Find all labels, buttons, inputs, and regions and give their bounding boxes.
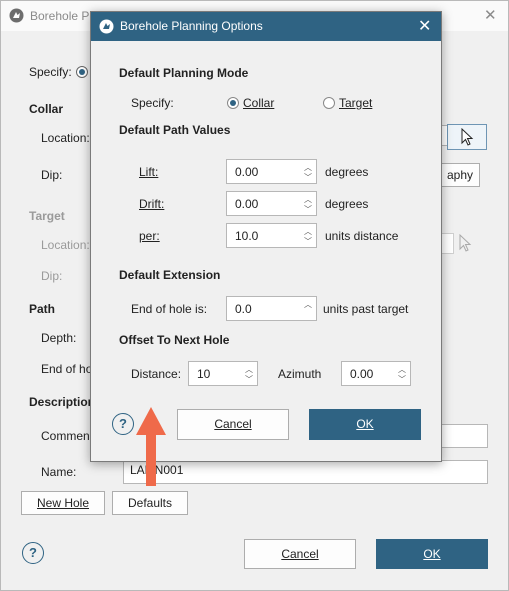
target-pointer-icon <box>459 234 472 252</box>
drift-label: Drift: <box>139 197 165 211</box>
dialog-app-logo-icon <box>99 19 114 34</box>
per-down-icon[interactable]: ﹀ <box>304 236 312 247</box>
annotation-arrow-head <box>136 407 166 435</box>
end-of-hole-is-label: End of hole is: <box>131 302 208 316</box>
drift-unit: degrees <box>325 197 369 211</box>
description-section-title: Description <box>29 395 96 409</box>
dialog-help-icon[interactable]: ? <box>112 413 134 435</box>
depth-label: Depth: <box>41 331 77 345</box>
azimuth-spinbox[interactable]: 0.00 ︿ ﹀ <box>341 361 411 386</box>
target-location-field <box>440 233 454 254</box>
dialog-ok-button[interactable]: OK <box>309 409 421 440</box>
path-section-title: Path <box>29 302 56 316</box>
app-logo-icon <box>9 8 24 23</box>
name-label: Name: <box>41 465 77 479</box>
distance-value: 10 <box>197 367 211 381</box>
end-of-hole-unit: units past target <box>323 302 409 316</box>
collar-radio-label[interactable]: Collar <box>243 96 274 110</box>
planning-mode-section-title: Default Planning Mode <box>119 66 249 80</box>
dialog-close-icon[interactable]: ✕ <box>418 16 431 36</box>
specify-collar-radio[interactable] <box>76 66 88 78</box>
collar-radio[interactable] <box>227 97 239 109</box>
target-radio[interactable] <box>323 97 335 109</box>
borehole-planning-options-dialog: Borehole Planning Options ✕ Default Plan… <box>90 11 442 462</box>
per-spinbox[interactable]: 10.0 ︿ ﹀ <box>226 223 317 248</box>
dialog-cancel-label: Cancel <box>214 417 252 431</box>
collar-section-title: Collar <box>29 102 64 116</box>
lift-down-icon[interactable]: ﹀ <box>304 172 312 183</box>
per-unit: units distance <box>325 229 399 243</box>
background-ok-label: OK <box>423 547 441 561</box>
name-field[interactable]: LAMN001 <box>123 460 488 484</box>
lift-label: Lift: <box>139 165 159 179</box>
pointer-icon <box>461 127 474 146</box>
distance-label: Distance: <box>131 367 182 381</box>
collar-dip-label: Dip: <box>41 168 63 182</box>
target-radio-label[interactable]: Target <box>339 96 372 110</box>
lift-unit: degrees <box>325 165 369 179</box>
from-topography-button[interactable]: aphy <box>440 163 480 187</box>
target-dip-label: Dip: <box>41 269 63 283</box>
collar-option-text: Collar <box>243 96 275 110</box>
dialog-title: Borehole Planning Options <box>120 19 263 33</box>
extension-section-title: Default Extension <box>119 268 221 282</box>
background-cancel-label: Cancel <box>281 547 319 561</box>
dialog-ok-label: OK <box>356 417 374 431</box>
target-location-label: Location: <box>41 238 90 252</box>
comment-field[interactable] <box>440 424 488 448</box>
specify-label: Specify: <box>29 65 72 79</box>
drift-down-icon[interactable]: ﹀ <box>304 204 312 215</box>
target-section-title: Target <box>29 209 65 223</box>
end-of-hole-spinbox[interactable]: 0.0 ︿ <box>226 296 317 321</box>
background-window-title: Borehole Pl <box>30 9 93 23</box>
dialog-cancel-button[interactable]: Cancel <box>177 409 289 440</box>
azimuth-value: 0.00 <box>350 367 374 381</box>
end-of-hole-up-icon[interactable]: ︿ <box>304 299 312 310</box>
distance-down-icon[interactable]: ﹀ <box>245 374 253 385</box>
new-hole-button[interactable]: New Hole <box>21 491 105 515</box>
end-of-hole-label: End of ho <box>41 362 93 376</box>
defaults-button-label: Defaults <box>127 496 173 510</box>
azimuth-label: Azimuth <box>278 367 322 381</box>
collar-pick-button[interactable] <box>447 124 487 150</box>
per-value: 10.0 <box>235 229 259 243</box>
defaults-button[interactable]: Defaults <box>112 491 188 515</box>
end-of-hole-value: 0.0 <box>235 302 252 316</box>
background-help-icon[interactable]: ? <box>22 542 44 564</box>
path-values-section-title: Default Path Values <box>119 123 231 137</box>
offset-section-title: Offset To Next Hole <box>119 333 230 347</box>
collar-location-label: Location: <box>41 131 90 145</box>
dialog-specify-label: Specify: <box>131 96 174 110</box>
lift-spinbox[interactable]: 0.00 ︿ ﹀ <box>226 159 317 184</box>
target-option-text: Target <box>339 96 373 110</box>
per-label: per: <box>139 229 160 243</box>
background-ok-button[interactable]: OK <box>376 539 488 569</box>
annotation-arrow-shaft <box>146 432 156 486</box>
background-cancel-button[interactable]: Cancel <box>244 539 356 569</box>
background-close-icon[interactable]: ✕ <box>484 6 497 24</box>
comment-label: Commen <box>41 429 90 443</box>
lift-value: 0.00 <box>235 165 259 179</box>
drift-spinbox[interactable]: 0.00 ︿ ﹀ <box>226 191 317 216</box>
distance-spinbox[interactable]: 10 ︿ ﹀ <box>188 361 258 386</box>
new-hole-button-label: New Hole <box>36 496 90 510</box>
azimuth-down-icon[interactable]: ﹀ <box>398 374 406 385</box>
drift-value: 0.00 <box>235 197 259 211</box>
from-topography-button-label: aphy <box>446 168 474 182</box>
